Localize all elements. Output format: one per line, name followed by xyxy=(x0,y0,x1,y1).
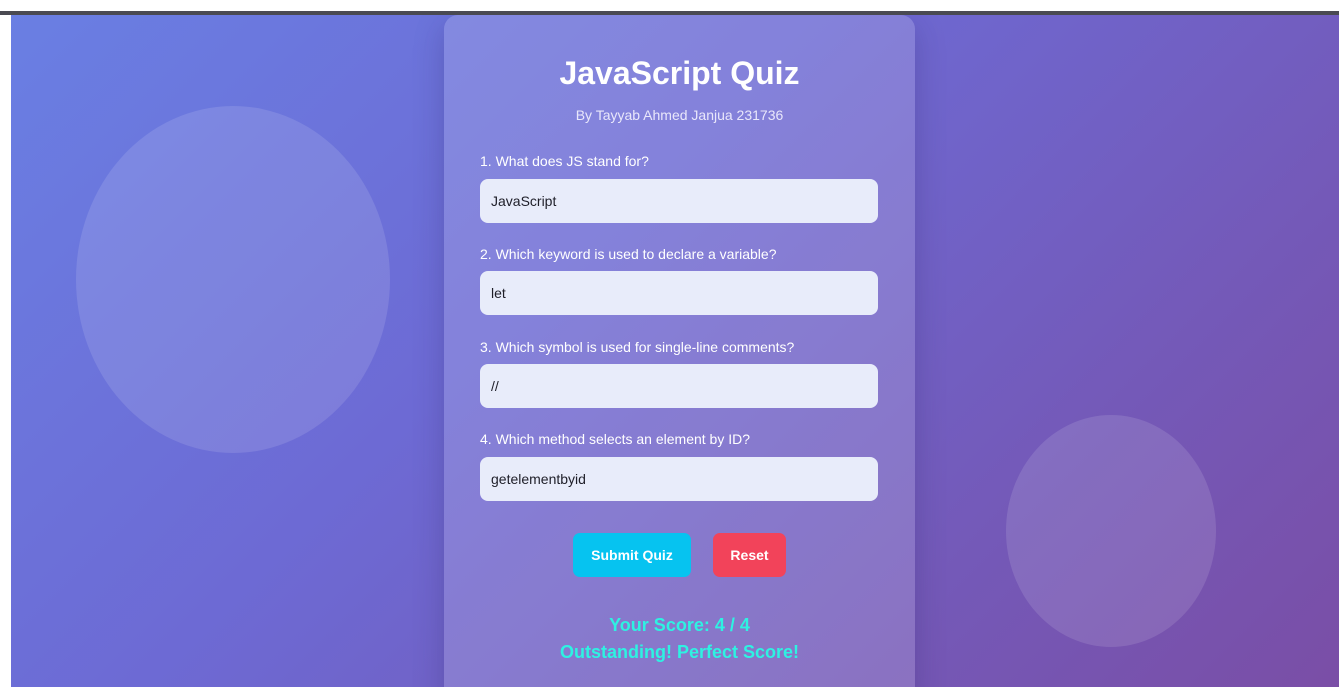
quiz-subtitle: By Tayyab Ahmed Janjua 231736 xyxy=(575,107,784,123)
browser-top-bar xyxy=(0,0,1339,15)
question-2-input[interactable] xyxy=(480,271,878,315)
question-4-label: 4. Which method selects an element by ID… xyxy=(480,431,751,447)
decorative-circle-left xyxy=(76,106,390,453)
decorative-circle-right xyxy=(1006,415,1216,647)
reset-button[interactable]: Reset xyxy=(713,533,786,577)
score-text: Your Score: 4 / 4 xyxy=(609,615,750,635)
question-2-label: 2. Which keyword is used to declare a va… xyxy=(480,246,777,262)
question-1-input[interactable] xyxy=(480,179,878,223)
question-1-label: 1. What does JS stand for? xyxy=(480,153,649,169)
question-3-label: 3. Which symbol is used for single-line … xyxy=(480,339,795,355)
submit-quiz-button[interactable]: Submit Quiz xyxy=(573,533,691,577)
question-4-input[interactable] xyxy=(480,457,878,501)
page-viewport: JavaScript Quiz By Tayyab Ahmed Janjua 2… xyxy=(11,15,1339,687)
quiz-card: JavaScript Quiz By Tayyab Ahmed Janjua 2… xyxy=(444,15,915,687)
score-message: Outstanding! Perfect Score! xyxy=(559,642,800,662)
question-3-input[interactable] xyxy=(480,364,878,408)
browser-frame: JavaScript Quiz By Tayyab Ahmed Janjua 2… xyxy=(0,0,1339,687)
quiz-title: JavaScript Quiz xyxy=(559,55,800,91)
